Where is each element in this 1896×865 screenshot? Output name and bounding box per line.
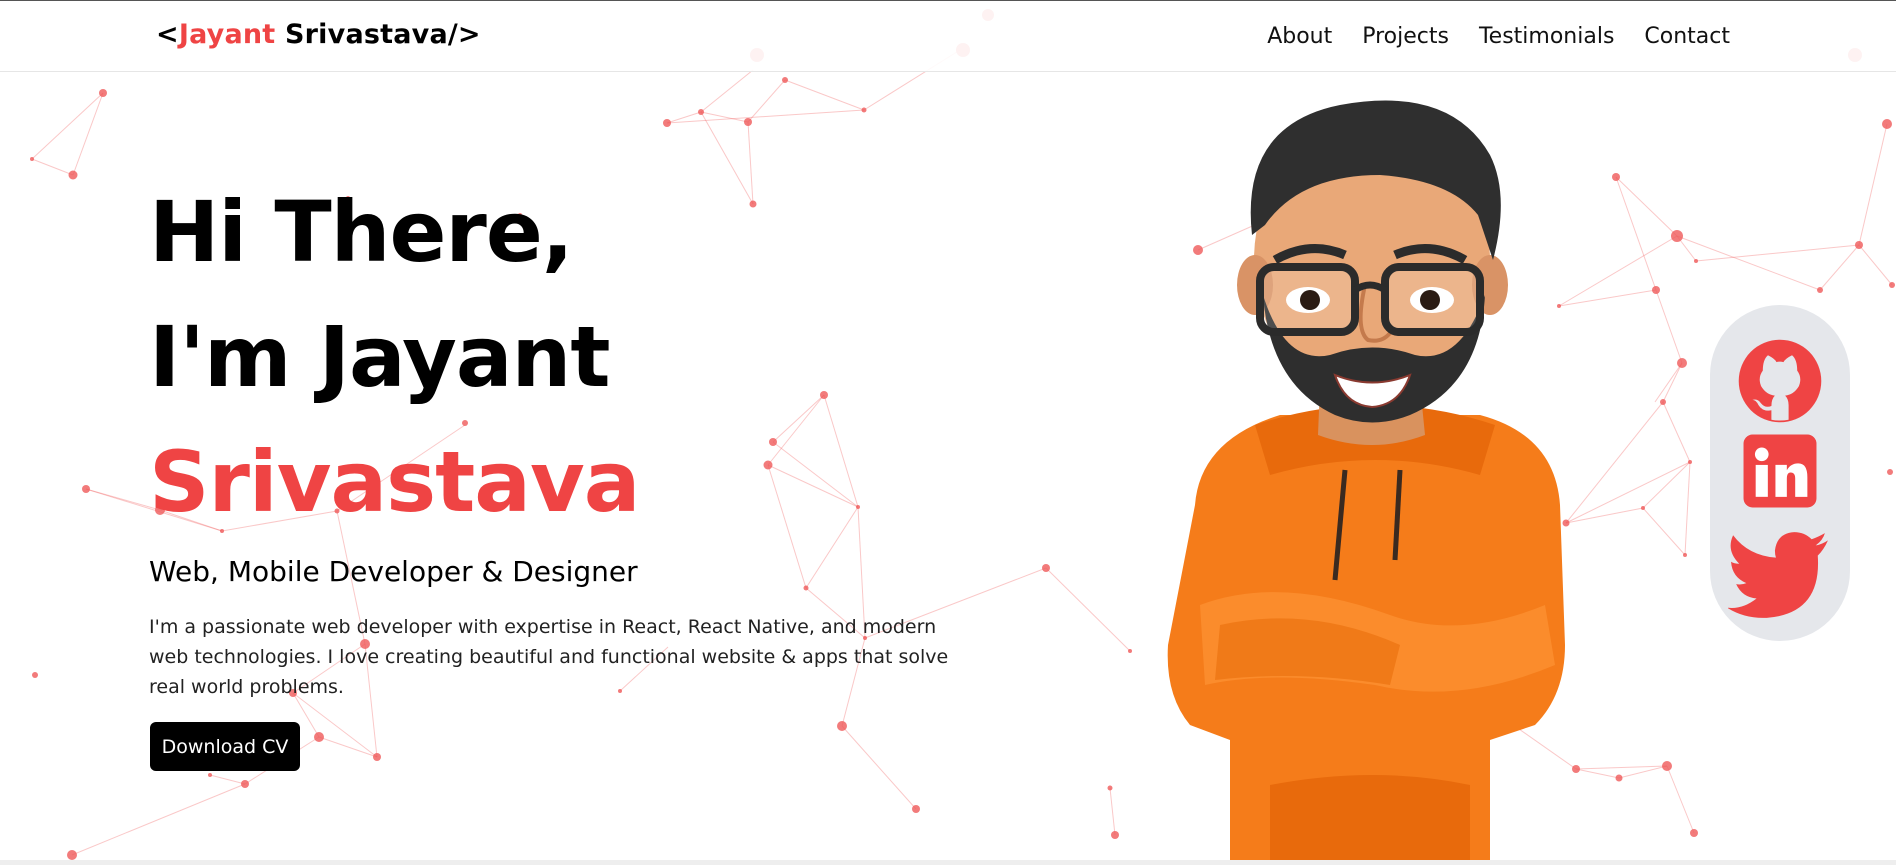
linkedin-icon[interactable] <box>1742 433 1818 509</box>
navbar: <Jayant Srivastava/> About Projects Test… <box>0 1 1896 72</box>
hero-subtitle: Web, Mobile Developer & Designer <box>149 555 638 588</box>
download-cv-button[interactable]: Download CV <box>150 722 300 771</box>
nav-link-contact[interactable]: Contact <box>1644 24 1730 49</box>
social-links-panel <box>1710 305 1850 641</box>
hero-name-line: I'm Jayant <box>149 308 611 406</box>
twitter-icon[interactable] <box>1728 530 1830 620</box>
logo-last-name: Srivastava <box>275 19 448 50</box>
site-logo[interactable]: <Jayant Srivastava/> <box>156 19 481 50</box>
nav-links: About Projects Testimonials Contact <box>1267 24 1730 49</box>
nav-link-projects[interactable]: Projects <box>1362 24 1449 49</box>
github-icon[interactable] <box>1737 338 1823 424</box>
hero-greeting: Hi There, <box>149 183 574 281</box>
avatar-illustration <box>1167 100 1565 860</box>
hero-description: I'm a passionate web developer with expe… <box>149 616 949 698</box>
hero-heading: Hi There, I'm Jayant Srivastava <box>149 170 640 545</box>
bottom-scroll-strip <box>0 860 1896 865</box>
hero-surname: Srivastava <box>149 433 640 531</box>
nav-link-about[interactable]: About <box>1267 24 1332 49</box>
nav-link-testimonials[interactable]: Testimonials <box>1479 24 1614 49</box>
logo-close-bracket: /> <box>447 19 481 50</box>
logo-first-name: Jayant <box>178 19 276 50</box>
logo-open-bracket: < <box>156 19 179 50</box>
